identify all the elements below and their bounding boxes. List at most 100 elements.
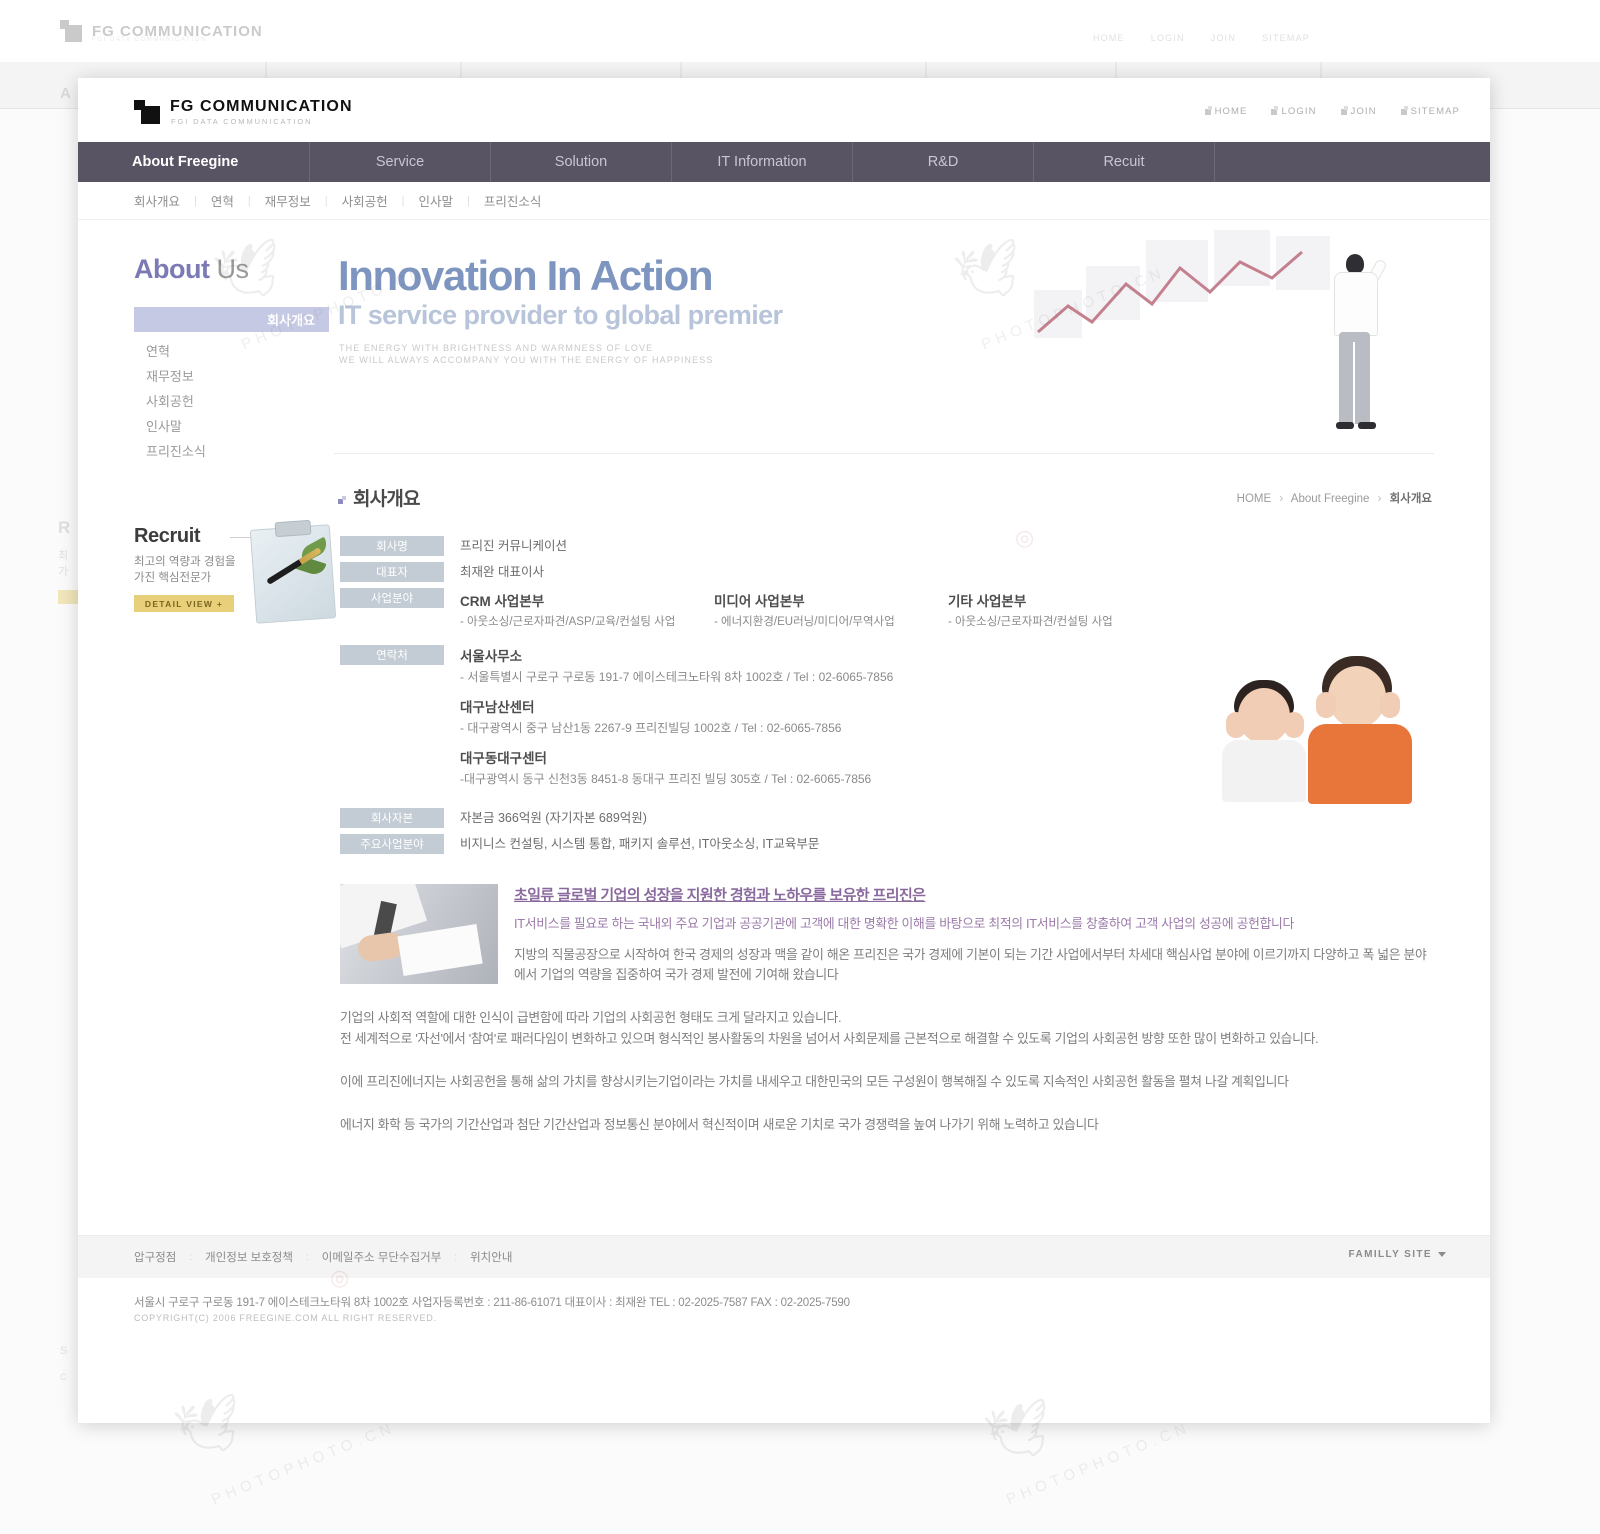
sidebar-item-greeting[interactable]: 인사말 [134,413,329,438]
arrow-square-icon [1204,105,1212,115]
background-header: FG COMMUNICATION FGI DATA COMMUNICATION … [0,0,1600,63]
contact-desc: -대구광역시 동구 신천3동 8451-8 동대구 프리진 빌딩 305호 / … [460,772,872,786]
contact-title: 대구남산센터 [460,700,535,715]
child-face [1238,688,1290,744]
info-value-main-field: 비지니스 컨설팅, 시스템 통합, 패키지 솔루션, IT아웃소싱, IT교육부… [460,837,820,851]
division-title: CRM 사업본부 [460,594,545,609]
person-shoe [1358,422,1376,429]
contact-title: 대구동대구센터 [460,751,547,766]
util-label-join: JOIN [1350,106,1377,117]
article-section: 초일류 글로벌 기업의 성장을 지원한 경험과 노하우를 보유한 프리진은 IT… [334,884,1434,1135]
subnav-item-history[interactable]: 연혁 [211,191,234,210]
subnav-item-greeting[interactable]: 인사말 [419,191,454,210]
background-util-login: LOGIN [1150,33,1185,43]
visual-tagline-line1: THE ENERGY WITH BRIGHTNESS AND WARMNESS … [339,343,654,353]
sidebar-item-csr[interactable]: 사회공헌 [134,388,329,413]
footer-link-apgujeong[interactable]: 압구정점 [134,1249,176,1265]
util-link-join[interactable]: JOIN [1340,105,1377,117]
contact-daegu-dongdaegu: 대구동대구센터 -대구광역시 동구 신천3동 8451-8 동대구 프리진 빌딩… [460,747,893,787]
article-image [340,884,498,984]
family-site-select[interactable]: FAMILLY SITE [1349,1249,1446,1260]
info-row-ceo: 대표자 최재완 대표이사 [340,562,1434,582]
footer-separator: : [305,1251,309,1263]
family-photo [1216,636,1434,811]
logo-mark-icon [60,20,82,42]
info-label-business-field: 사업분야 [340,588,444,608]
breadcrumb-arrow-icon: › [1279,493,1284,505]
person-shoe [1336,422,1354,429]
article-paragraph-2: 이에 프리진에너지는 사회공헌을 통해 삶의 가치를 향상시키는기업이라는 가치… [340,1074,1289,1089]
article-top: 초일류 글로벌 기업의 성장을 지원한 경험과 노하우를 보유한 프리진은 IT… [340,884,1434,985]
division-desc: - 아웃소싱/근로자파견/ASP/교육/컨설팅 사업 [460,616,676,628]
utility-nav: HOME LOGIN JOIN SITEMAP [1204,105,1460,117]
child-hand [1226,712,1246,738]
bullet-icon [338,496,347,505]
sidebar-title: About Us [134,254,328,285]
util-link-login[interactable]: LOGIN [1271,105,1316,117]
background-util-sitemap: SITEMAP [1262,33,1310,43]
subnav-item-news[interactable]: 프리진소식 [484,191,542,210]
util-link-home[interactable]: HOME [1204,105,1248,117]
contact-list: 서울사무소 - 서울특별시 구로구 구로동 191-7 에이스테크노타워 8차 … [460,645,893,798]
subnav-item-csr[interactable]: 사회공헌 [342,191,388,210]
visual-tagline-line2: WE WILL ALWAYS ACCOMPANY YOU WITH THE EN… [339,355,714,365]
info-label-capital: 회사자본 [340,808,444,828]
recruit-banner[interactable]: Recruit 최고의 역량과 경험을 가진 핵심전문가 DETAIL VIEW… [134,519,339,635]
woman-hand [1380,692,1400,718]
footer-link-privacy[interactable]: 개인정보 보호정책 [205,1249,293,1265]
sidebar-menu: 회사개요 연혁 재무정보 사회공헌 인사말 프리진소식 [134,307,329,463]
global-nav: About Freegine Service Solution IT Infor… [78,142,1490,182]
breadcrumb: HOME › About Freegine › 회사개요 [1237,490,1432,506]
visual-subhead: IT service provider to global premier [338,300,783,330]
contact-seoul: 서울사무소 - 서울특별시 구로구 구로동 191-7 에이스테크노타워 8차 … [460,645,893,685]
util-link-sitemap[interactable]: SITEMAP [1400,105,1460,117]
article-paragraph-3: 에너지 화학 등 국가의 기간산업과 첨단 기간산업과 정보통신 분야에서 혁신… [340,1117,1099,1132]
nav-item-rnd[interactable]: R&D [853,142,1034,182]
sidebar-item-finance[interactable]: 재무정보 [134,363,329,388]
article-body: 지방의 직물공장으로 시작하여 한국 경제의 성장과 맥을 같이 해온 프리진은… [514,947,1427,982]
nav-item-about-freegine[interactable]: About Freegine [78,142,310,182]
footer-link-location[interactable]: 위치안내 [470,1249,512,1265]
sidebar-title-light: Us [216,254,249,284]
info-value-capital: 자본금 366억원 (자기자본 689억원) [460,811,647,825]
sidebar-title-bold: About [134,254,210,284]
subnav-item-finance[interactable]: 재무정보 [265,191,311,210]
arrow-square-icon [1271,105,1279,115]
nav-item-solution[interactable]: Solution [491,142,672,182]
article-paragraph-1: 기업의 사회적 역할에 대한 인식이 급변함에 따라 기업의 사회공헌 형태도 … [340,1010,1319,1046]
info-row-main-field: 주요사업분야 비지니스 컨설팅, 시스템 통합, 패키지 솔루션, IT아웃소싱… [340,834,1434,854]
subnav-item-overview[interactable]: 회사개요 [134,191,180,210]
sub-nav: 회사개요 | 연혁 | 재무정보 | 사회공헌 | 인사말 | 프리진소식 [78,182,1490,220]
article-text: 초일류 글로벌 기업의 성장을 지원한 경험과 노하우를 보유한 프리진은 IT… [514,884,1434,985]
article-heading: 초일류 글로벌 기업의 성장을 지원한 경험과 노하우를 보유한 프리진은 [514,887,926,904]
breadcrumb-home[interactable]: HOME [1237,493,1272,505]
woman-body [1308,724,1412,804]
breadcrumb-section[interactable]: About Freegine [1291,493,1370,505]
sidebar-item-history[interactable]: 연혁 [134,338,329,363]
subnav-separator: | [401,194,405,207]
subnav-separator: | [467,194,470,207]
nav-item-recuit[interactable]: Recuit [1034,142,1215,182]
background-utility-nav: HOME LOGIN JOIN SITEMAP [1093,33,1310,43]
page-title-row: 회사개요 HOME › About Freegine › 회사개요 [334,470,1434,528]
footer-bottom: 서울시 구로구 구로동 191-7 에이스테크노타워 8차 1002호 사업자등… [78,1278,1490,1323]
recruit-detail-button[interactable]: DETAIL VIEW + [134,595,234,612]
nav-item-service[interactable]: Service [310,142,491,182]
site-logo[interactable]: FG COMMUNICATION FGI DATA COMMUNICATION [134,98,434,134]
site-footer: 압구정점 : 개인정보 보호정책 : 이메일주소 무단수집거부 : 위치안내 F… [78,1235,1490,1323]
info-row-name: 회사명 프리진 커뮤니케이션 [340,536,1434,556]
breadcrumb-arrow-icon: › [1377,493,1382,505]
division-desc: - 아웃소싱/근로자파견/컨설팅 사업 [948,616,1113,628]
chevron-down-icon [1438,1251,1446,1257]
sidebar-item-overview[interactable]: 회사개요 [134,307,329,332]
nav-item-it-information[interactable]: IT Information [672,142,853,182]
arrow-square-icon [1400,105,1408,115]
recruit-desc-line1: 최고의 역량과 경험을 [134,556,236,568]
company-info-table: 회사명 프리진 커뮤니케이션 대표자 최재완 대표이사 사업분야 CRM 사업본… [334,536,1434,854]
sidebar-item-news[interactable]: 프리진소식 [134,438,329,463]
child-hand [1284,712,1304,738]
footer-link-email-refusal[interactable]: 이메일주소 무단수집거부 [322,1249,442,1265]
background-util-home: HOME [1092,33,1125,43]
woman-hand [1316,692,1336,718]
background-logo: FG COMMUNICATION FGI DATA COMMUNICATION [60,20,263,43]
